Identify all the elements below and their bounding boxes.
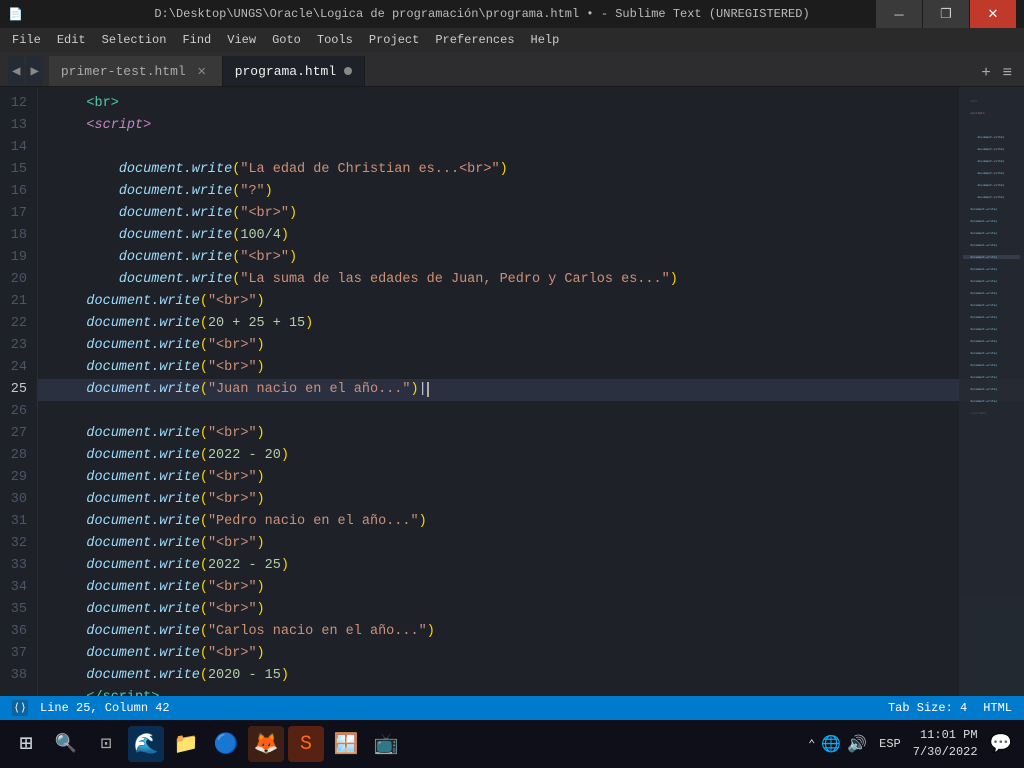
statusbar-left: ⟨⟩ Line 25, Column 42: [12, 700, 170, 716]
maximize-button[interactable]: ❐: [923, 0, 969, 28]
clock-time: 11:01 PM: [913, 727, 978, 744]
tab-programa-modified-dot: [344, 67, 352, 75]
volume-icon[interactable]: 🔊: [847, 734, 867, 754]
language-indicator[interactable]: ESP: [875, 737, 905, 751]
language[interactable]: HTML: [983, 701, 1012, 715]
tab-programa-label: programa.html: [235, 64, 336, 79]
windows-start-button[interactable]: ⊞: [8, 726, 44, 762]
taskbar-sublime-icon[interactable]: S: [288, 726, 324, 762]
menu-edit[interactable]: Edit: [49, 31, 94, 49]
taskbar-left: ⊞ 🔍 ⊡ 🌊 📁 🔵 🦊 S 🪟 📺: [8, 726, 404, 762]
taskbar-app3-icon[interactable]: 📺: [368, 726, 404, 762]
tab-primer-test-close[interactable]: ✕: [194, 63, 210, 79]
menu-tools[interactable]: Tools: [309, 31, 361, 49]
taskbar: ⊞ 🔍 ⊡ 🌊 📁 🔵 🦊 S 🪟 📺 ⌃ 🌐 🔊: [0, 720, 1024, 768]
tab-primer-test-label: primer-test.html: [61, 64, 186, 79]
tabbar: ◀ ▶ primer-test.html ✕ programa.html + ≡: [0, 52, 1024, 87]
taskview-button[interactable]: ⊡: [88, 726, 124, 762]
taskbar-right: ⌃ 🌐 🔊 ESP 11:01 PM 7/30/2022 💬: [808, 727, 1016, 761]
tabbar-right: + ≡: [977, 64, 1016, 86]
menu-project[interactable]: Project: [361, 31, 427, 49]
tray-chevron[interactable]: ⌃: [808, 737, 815, 752]
new-tab-button[interactable]: +: [977, 64, 994, 82]
tab-primer-test[interactable]: primer-test.html ✕: [49, 56, 223, 86]
minimize-button[interactable]: ─: [876, 0, 922, 28]
line-numbers: 12 13 14 15 16 17 18 19 20 21 22 23 24 2…: [0, 87, 38, 696]
taskbar-firefox-icon[interactable]: 🦊: [248, 726, 284, 762]
menu-selection[interactable]: Selection: [94, 31, 175, 49]
tab-nav-back[interactable]: ◀: [8, 56, 24, 86]
editor: 12 13 14 15 16 17 18 19 20 21 22 23 24 2…: [0, 87, 1024, 696]
tab-programa[interactable]: programa.html: [223, 56, 365, 86]
network-icon[interactable]: 🌐: [821, 734, 841, 754]
taskbar-edge-icon[interactable]: 🌊: [128, 726, 164, 762]
sys-tray: ⌃ 🌐 🔊: [808, 734, 867, 754]
taskbar-chrome-icon[interactable]: 🔵: [208, 726, 244, 762]
clock-date: 7/30/2022: [913, 744, 978, 761]
menu-view[interactable]: View: [219, 31, 264, 49]
taskbar-app2-icon[interactable]: 🪟: [328, 726, 364, 762]
statusbar-right: Tab Size: 4 HTML: [888, 701, 1012, 715]
menu-file[interactable]: File: [4, 31, 49, 49]
titlebar-text: D:\Desktop\UNGS\Oracle\Logica de program…: [88, 7, 876, 21]
titlebar-controls[interactable]: ─ ❐ ✕: [876, 0, 1016, 28]
menu-goto[interactable]: Goto: [264, 31, 309, 49]
taskbar-files-icon[interactable]: 📁: [168, 726, 204, 762]
git-icon[interactable]: ⟨⟩: [12, 700, 28, 716]
menu-help[interactable]: Help: [523, 31, 568, 49]
statusbar: ⟨⟩ Line 25, Column 42 Tab Size: 4 HTML: [0, 696, 1024, 720]
menubar: File Edit Selection Find View Goto Tools…: [0, 28, 1024, 52]
search-button[interactable]: 🔍: [48, 726, 84, 762]
menu-preferences[interactable]: Preferences: [427, 31, 522, 49]
tab-list-button[interactable]: ≡: [999, 64, 1016, 82]
notifications-button[interactable]: 💬: [986, 733, 1016, 755]
titlebar: 📄 D:\Desktop\UNGS\Oracle\Logica de progr…: [0, 0, 1024, 28]
close-button[interactable]: ✕: [970, 0, 1016, 28]
minimap[interactable]: <br> <script> document.write( document.w…: [959, 87, 1024, 696]
tab-size[interactable]: Tab Size: 4: [888, 701, 967, 715]
cursor-position[interactable]: Line 25, Column 42: [40, 701, 170, 715]
time-display[interactable]: 11:01 PM 7/30/2022: [913, 727, 978, 761]
tab-nav-forward[interactable]: ▶: [26, 56, 42, 86]
menu-find[interactable]: Find: [174, 31, 219, 49]
code-area[interactable]: <br> <script> document.write("La edad de…: [38, 87, 1024, 696]
